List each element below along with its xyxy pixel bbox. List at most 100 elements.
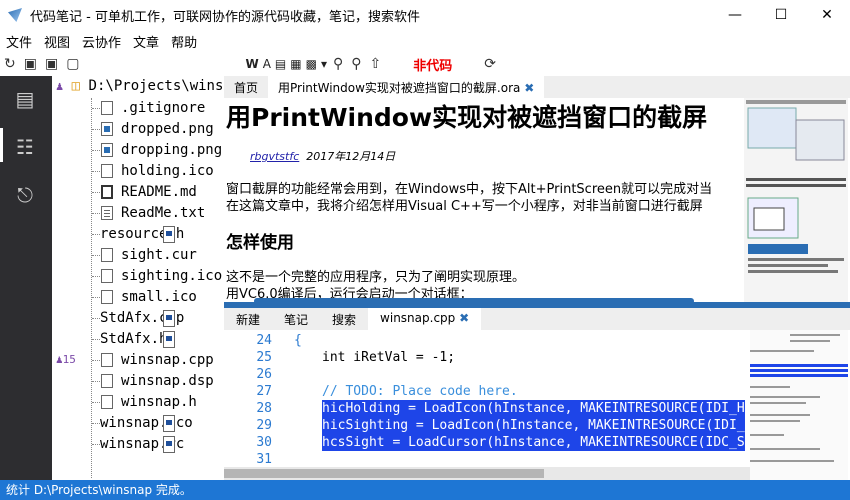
- tree-item[interactable]: StdAfx.h: [92, 329, 175, 349]
- close-tab-icon[interactable]: ✖: [524, 81, 534, 95]
- tree-connector: [92, 191, 100, 193]
- file-icon: [163, 309, 175, 327]
- line-number: 28: [256, 401, 272, 416]
- share-icon[interactable]: ⎋: [12, 182, 38, 208]
- tab-notes[interactable]: 笔记: [272, 308, 320, 330]
- tree-item[interactable]: .gitignore: [92, 98, 205, 118]
- tab-search-label: 搜索: [332, 313, 357, 327]
- title-bar: 代码笔记 - 可单机工作，可联网协作的源代码收藏，笔记，搜索软件 — ☐ ✕: [0, 0, 850, 30]
- tree-item[interactable]: dropped.png: [92, 119, 214, 139]
- tab-article[interactable]: 用PrintWindow实现对被遮挡窗口的截屏.ora ✖: [268, 76, 545, 98]
- close-button[interactable]: ✕: [804, 0, 850, 30]
- tab-home-label: 首页: [234, 81, 259, 95]
- code-minimap[interactable]: [750, 330, 848, 480]
- tree-connector: [92, 107, 100, 109]
- font-icon[interactable]: A: [263, 57, 271, 71]
- maximize-button[interactable]: ☐: [758, 0, 804, 30]
- tab-new-label: 新建: [236, 313, 261, 327]
- tree-item[interactable]: winsnap.rc: [92, 434, 184, 454]
- tree-item[interactable]: sighting.ico: [92, 266, 222, 286]
- tree-root[interactable]: ♟ ◫ D:\Projects\winsnap: [56, 78, 224, 94]
- tree-item[interactable]: README.md: [92, 182, 197, 202]
- tree-item[interactable]: holding.ico: [92, 161, 214, 181]
- code-editor[interactable]: 24 {25 int iRetVal = -1; 26 27 // TODO: Place…: [224, 330, 750, 480]
- file-icon: [101, 248, 113, 262]
- file-tree: ♟ ◫ D:\Projects\winsnap .gitignore droppe…: [52, 76, 224, 480]
- file-icon: [101, 395, 113, 409]
- tree-item[interactable]: sight.cur: [92, 245, 197, 265]
- activity-sidebar: ▤ ☷ ⎋: [0, 76, 52, 480]
- tree-item-label: sight.cur: [121, 247, 197, 263]
- menu-file[interactable]: 文件: [0, 32, 38, 51]
- paragraph-line: 在这篇文章中，我将介绍怎样用Visual C++写一个小程序，对非当前窗口进行截…: [226, 199, 703, 214]
- tree-connector: [92, 443, 100, 445]
- code-line: hcsSight = LoadCursor(hInstance, MAKEINT…: [322, 434, 745, 451]
- tab-home[interactable]: 首页: [224, 76, 268, 98]
- scrollbar-thumb[interactable]: [224, 469, 544, 478]
- up-arrow-icon[interactable]: ⇧: [370, 56, 382, 72]
- tree-item-label: holding.ico: [121, 163, 214, 179]
- package-icon[interactable]: ▣: [24, 56, 37, 72]
- tree-connector: [92, 317, 100, 319]
- tree-item[interactable]: StdAfx.cpp: [92, 308, 184, 328]
- file-icon: [163, 330, 175, 348]
- tab-notes-label: 笔记: [284, 313, 309, 327]
- minimize-button[interactable]: —: [712, 0, 758, 30]
- layout-left-icon[interactable]: ▤: [275, 57, 286, 71]
- tree-item-label: .gitignore: [121, 100, 206, 116]
- layout-right-icon[interactable]: ▩: [306, 57, 317, 71]
- tree-item-label: sighting.ico: [121, 268, 223, 284]
- status-text: 统计 D:\Projects\winsnap 完成。: [6, 483, 192, 497]
- tree-connector: [92, 275, 100, 277]
- package-remove-icon[interactable]: ▢: [66, 56, 79, 72]
- tree-item-label: dropped.png: [121, 121, 214, 137]
- tree-item[interactable]: ReadMe.txt: [92, 203, 205, 223]
- tree-item[interactable]: winsnap.ico: [92, 413, 193, 433]
- tree-connector: [92, 254, 100, 256]
- layout-split-icon[interactable]: ▦: [290, 57, 301, 71]
- chevron-down-icon[interactable]: ▾: [321, 57, 327, 71]
- horizontal-scrollbar[interactable]: [224, 467, 750, 480]
- author-link[interactable]: rbgvtstfc: [250, 150, 299, 163]
- tab-new[interactable]: 新建: [224, 308, 272, 330]
- file-icon: [101, 374, 113, 388]
- toolbar: ↻ ▣ ▣ ▢ W A ▤ ▦ ▩ ▾ ⚲ ⚲ ⇧ 非代码 ⟳: [0, 52, 850, 76]
- refresh-icon[interactable]: ⟳: [484, 56, 496, 72]
- tree-item-label: dropping.png: [121, 142, 223, 158]
- tree-connector: [92, 212, 100, 214]
- file-icon: [101, 101, 113, 115]
- menu-view[interactable]: 视图: [38, 32, 76, 51]
- line-number: 26: [256, 367, 272, 382]
- word-wrap-icon[interactable]: W: [245, 57, 258, 71]
- tree-item-label: small.ico: [121, 289, 197, 305]
- search-replace-icon[interactable]: ⚲: [351, 56, 361, 72]
- menu-article[interactable]: 文章: [127, 32, 165, 51]
- no-code-button[interactable]: 非代码: [413, 55, 452, 74]
- article-view: 用PrintWindow实现对被遮挡窗口的截屏 rbgvtstfc 2017年1…: [224, 98, 744, 302]
- doc-tab-bar: 首页 用PrintWindow实现对被遮挡窗口的截屏.ora ✖: [224, 76, 850, 98]
- files-icon[interactable]: ☷: [12, 134, 38, 160]
- article-minimap[interactable]: [744, 98, 848, 302]
- tab-search[interactable]: 搜索: [320, 308, 368, 330]
- tree-connector: [92, 401, 100, 403]
- package-add-icon[interactable]: ▣: [45, 56, 58, 72]
- user-count-badge: ♟15: [56, 353, 76, 366]
- tree-item[interactable]: resource.h: [92, 224, 184, 244]
- file-icon: [101, 122, 113, 136]
- menu-help[interactable]: 帮助: [165, 32, 203, 51]
- tree-item[interactable]: winsnap.dsp: [92, 371, 214, 391]
- sync-icon[interactable]: ↻: [4, 56, 16, 72]
- tree-item-label: README.md: [121, 184, 197, 200]
- inbox-icon[interactable]: ▤: [12, 86, 38, 112]
- file-icon: [101, 353, 113, 367]
- tree-item[interactable]: small.ico: [92, 287, 197, 307]
- tab-winsnap-cpp[interactable]: winsnap.cpp ✖: [368, 308, 482, 330]
- tree-item[interactable]: winsnap.h: [92, 392, 197, 412]
- tree-item[interactable]: winsnap.cpp: [92, 350, 214, 370]
- close-tab-icon[interactable]: ✖: [459, 311, 469, 325]
- tab-winsnap-cpp-label: winsnap.cpp: [380, 311, 456, 325]
- tree-item[interactable]: dropping.png: [92, 140, 222, 160]
- search-icon[interactable]: ⚲: [333, 56, 343, 72]
- menu-cloud[interactable]: 云协作: [76, 32, 127, 51]
- tree-connector: [92, 170, 100, 172]
